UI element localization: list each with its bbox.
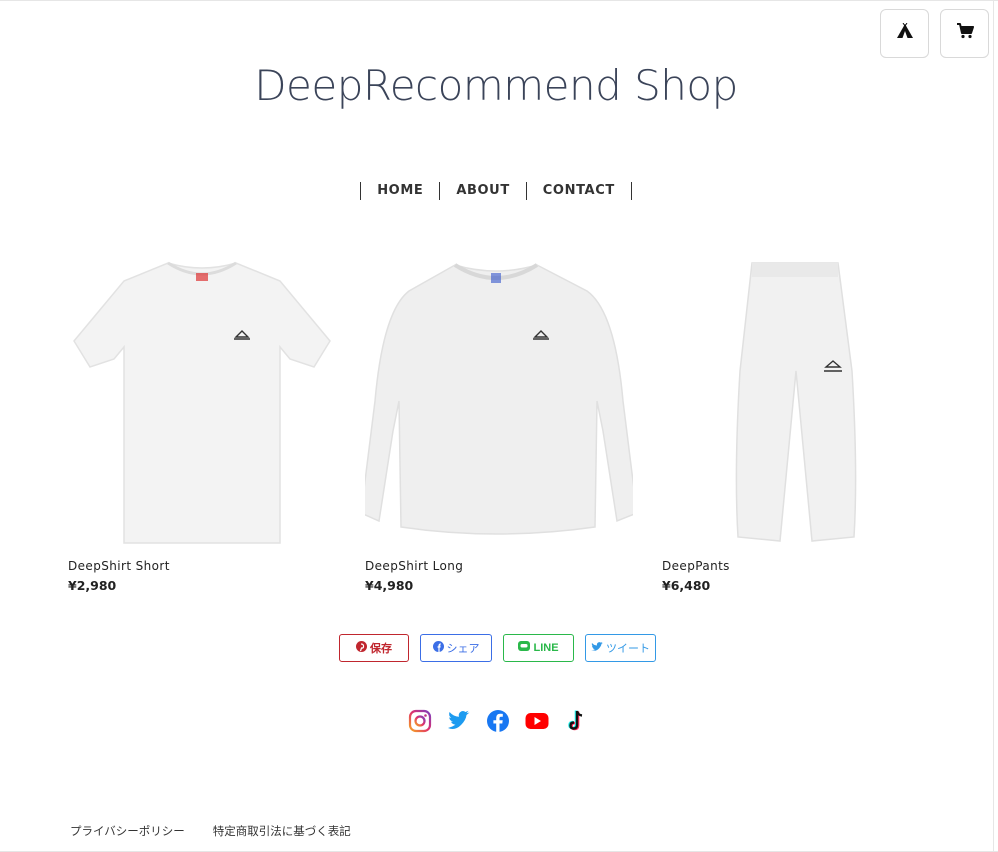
twitter-label: ツイート (606, 643, 650, 655)
twitter-tweet-button[interactable]: ツイート (585, 634, 656, 662)
product-price: ¥2,980 (68, 578, 117, 593)
page-right-border (993, 1, 994, 852)
product-name[interactable]: DeepShirt Short (68, 559, 336, 573)
nav-about[interactable]: ABOUT (440, 182, 525, 200)
footer-links: プライバシーポリシー 特定商取引法に基づく表記 (70, 823, 351, 839)
product-grid: DeepShirt Short ¥2,980 DeepShirt Long ¥4… (68, 251, 930, 593)
product-card[interactable]: DeepShirt Long ¥4,980 (360, 251, 638, 593)
product-image-sweatshirt[interactable] (360, 251, 638, 547)
product-name[interactable]: DeepShirt Long (365, 559, 633, 573)
twitter-icon (591, 641, 603, 655)
facebook-share-button[interactable]: シェア (420, 634, 492, 662)
cart-icon (956, 23, 974, 44)
nav-divider (630, 182, 632, 200)
facebook-icon (432, 641, 444, 655)
facebook-icon[interactable] (486, 709, 510, 733)
line-share-button[interactable]: LINE (503, 634, 574, 662)
product-price: ¥6,480 (662, 578, 711, 593)
tiktok-icon[interactable] (564, 709, 588, 733)
pinterest-save-button[interactable]: 保存 (339, 634, 409, 662)
share-buttons: 保存 シェア LINE ツイート (339, 634, 656, 662)
product-card[interactable]: DeepShirt Short ¥2,980 (68, 251, 336, 593)
site-title[interactable]: DeepRecommend Shop (0, 61, 992, 110)
cart-button[interactable] (940, 9, 989, 58)
instagram-icon[interactable] (408, 709, 432, 733)
line-label: LINE (533, 642, 559, 654)
product-name[interactable]: DeepPants (662, 559, 930, 573)
line-icon (518, 641, 531, 655)
main-nav: HOME ABOUT CONTACT (0, 182, 992, 200)
tent-icon (896, 22, 914, 44)
twitter-icon[interactable] (447, 709, 471, 733)
product-card[interactable]: DeepPants ¥6,480 (662, 251, 930, 593)
home-button[interactable] (880, 9, 929, 58)
product-image-tshirt[interactable] (68, 251, 336, 547)
social-links (408, 709, 588, 733)
legal-notice-link[interactable]: 特定商取引法に基づく表記 (213, 823, 351, 839)
privacy-policy-link[interactable]: プライバシーポリシー (70, 823, 185, 839)
product-price: ¥4,980 (365, 578, 414, 593)
nav-home[interactable]: HOME (361, 182, 439, 200)
youtube-icon[interactable] (525, 709, 549, 733)
product-image-pants[interactable] (662, 251, 930, 547)
pinterest-label: 保存 (370, 643, 392, 655)
facebook-label: シェア (446, 643, 480, 655)
pinterest-icon (356, 641, 367, 655)
nav-contact[interactable]: CONTACT (527, 182, 631, 200)
